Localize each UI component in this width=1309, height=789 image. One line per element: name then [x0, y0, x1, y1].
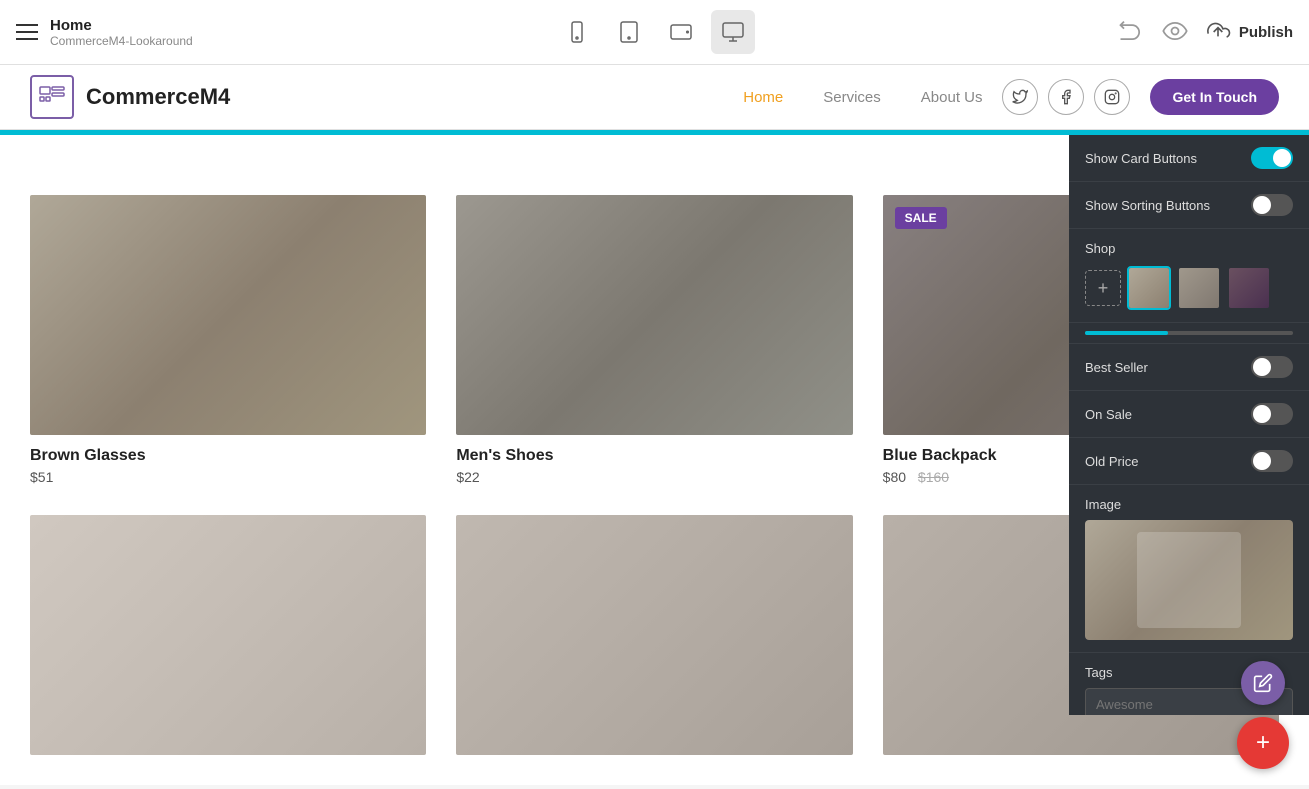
image-label: Image [1085, 497, 1293, 512]
old-price-label: Old Price [1085, 454, 1138, 469]
old-price-row: Old Price [1069, 438, 1309, 485]
shop-label: Shop [1085, 241, 1293, 256]
shop-slider-row [1069, 323, 1309, 344]
device-desktop-btn[interactable] [711, 10, 755, 54]
fab-add-button[interactable]: + [1237, 717, 1289, 769]
product-image-1[interactable] [30, 195, 426, 435]
fab-edit-button[interactable] [1241, 661, 1285, 705]
fab-container: + [1237, 661, 1289, 769]
product-image-5[interactable] [456, 515, 852, 755]
on-sale-toggle[interactable] [1251, 403, 1293, 425]
toolbar-right: Publish [1093, 17, 1293, 48]
best-seller-label: Best Seller [1085, 360, 1148, 375]
shop-thumb-3[interactable] [1227, 266, 1271, 310]
toolbar-center [228, 10, 1081, 54]
product-name-2: Men's Shoes [456, 447, 852, 465]
old-price-toggle[interactable] [1251, 450, 1293, 472]
product-image-2[interactable] [456, 195, 852, 435]
publish-button[interactable]: Publish [1205, 19, 1293, 45]
product-card-1: Brown Glasses $51 [30, 195, 426, 485]
hamburger-icon[interactable] [16, 24, 38, 40]
product-card-4 [30, 515, 426, 755]
product-card-2: Men's Shoes $22 [456, 195, 852, 485]
shop-thumb-1[interactable] [1127, 266, 1171, 310]
product-price-2: $22 [456, 469, 852, 485]
undo-button[interactable] [1117, 17, 1145, 48]
facebook-icon[interactable] [1048, 79, 1084, 115]
shop-thumbnails: + [1085, 266, 1293, 310]
shop-thumb-2[interactable] [1177, 266, 1221, 310]
device-tablet-landscape-btn[interactable] [659, 10, 703, 54]
content-area: Brown Glasses $51 Men's Shoes $22 SALE B… [0, 135, 1309, 785]
nav-links: Home Services About Us [743, 89, 982, 106]
shop-slider[interactable] [1085, 331, 1293, 335]
shop-section: Shop + [1069, 229, 1309, 323]
show-card-buttons-toggle[interactable] [1251, 147, 1293, 169]
on-sale-row: On Sale [1069, 391, 1309, 438]
show-card-buttons-label: Show Card Buttons [1085, 151, 1197, 166]
top-toolbar: Home CommerceM4-Lookaround [0, 0, 1309, 65]
device-mobile-btn[interactable] [555, 10, 599, 54]
product-price-1: $51 [30, 469, 426, 485]
show-card-buttons-row: Show Card Buttons [1069, 135, 1309, 182]
product-image-4[interactable] [30, 515, 426, 755]
shop-add-button[interactable]: + [1085, 270, 1121, 306]
preview-button[interactable] [1161, 17, 1189, 48]
product-original-price-3: $160 [918, 469, 949, 485]
edit-icon [1253, 673, 1273, 693]
product-name-1: Brown Glasses [30, 447, 426, 465]
brand-area: CommerceM4 [30, 75, 743, 119]
fab-add-icon: + [1256, 729, 1270, 757]
nav-about[interactable]: About Us [921, 89, 983, 106]
settings-panel: Show Card Buttons Show Sorting Buttons S… [1069, 135, 1309, 715]
brand-name: CommerceM4 [86, 84, 230, 110]
social-icons [1002, 79, 1130, 115]
sale-badge-3: SALE [895, 207, 947, 229]
on-sale-label: On Sale [1085, 407, 1132, 422]
publish-label: Publish [1239, 24, 1293, 41]
best-seller-toggle[interactable] [1251, 356, 1293, 378]
device-tablet-btn[interactable] [607, 10, 651, 54]
best-seller-row: Best Seller [1069, 344, 1309, 391]
brand-logo [30, 75, 74, 119]
get-in-touch-button[interactable]: Get In Touch [1150, 79, 1279, 115]
show-sorting-buttons-row: Show Sorting Buttons [1069, 182, 1309, 229]
nav-home[interactable]: Home [743, 89, 783, 106]
toolbar-left: Home CommerceM4-Lookaround [16, 17, 216, 48]
show-sorting-buttons-toggle[interactable] [1251, 194, 1293, 216]
instagram-icon[interactable] [1094, 79, 1130, 115]
show-sorting-buttons-label: Show Sorting Buttons [1085, 198, 1210, 213]
page-subtitle: CommerceM4-Lookaround [50, 34, 193, 48]
product-card-5 [456, 515, 852, 755]
page-title: Home [50, 17, 193, 34]
page-header: CommerceM4 Home Services About Us Get In… [0, 65, 1309, 130]
image-section: Image [1069, 485, 1309, 653]
page-info: Home CommerceM4-Lookaround [50, 17, 193, 48]
nav-services[interactable]: Services [823, 89, 881, 106]
image-preview[interactable] [1085, 520, 1293, 640]
twitter-icon[interactable] [1002, 79, 1038, 115]
